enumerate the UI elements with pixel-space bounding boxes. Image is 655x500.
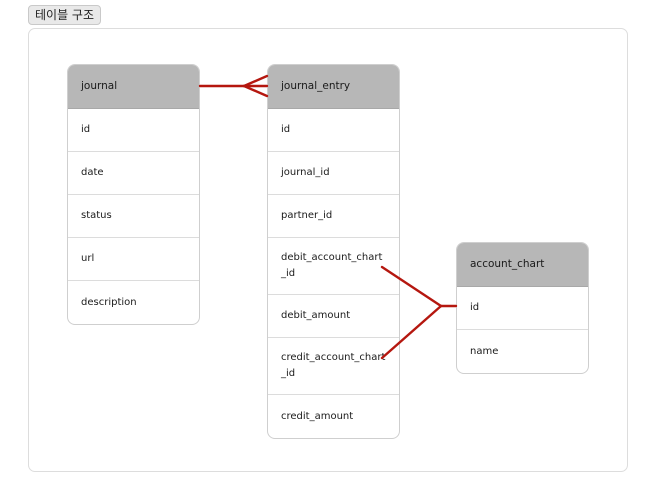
table-journal-field-date: date [68,152,199,195]
table-account-chart: account_chart id name [456,242,589,374]
table-journal-entry-header: journal_entry [268,65,399,109]
table-account-chart-field-name: name [470,345,499,357]
table-journal-entry-field-debit-amount: debit_amount [268,295,399,338]
table-journal-field-status: status [68,195,199,238]
table-account-chart-field-id: id [457,287,588,330]
table-journal-field-description: description [81,296,137,308]
table-journal-entry-field-id: id [268,109,399,152]
page-tag: 테이블 구조 [28,5,102,25]
table-journal-entry-field-partner-id: partner_id [268,195,399,238]
table-journal-entry-field-credit-amount: credit_amount [281,410,354,422]
table-journal-entry-field-journal-id: journal_id [268,152,399,195]
table-journal: journal id date status url description [67,64,200,325]
table-journal-field-url: url [68,238,199,281]
table-journal-header: journal [68,65,199,109]
table-account-chart-header: account_chart [457,243,588,287]
table-journal-entry-field-credit-account-chart-id: credit_account_chart_id [268,338,399,395]
table-journal-field-id: id [68,109,199,152]
table-journal-entry: journal_entry id journal_id partner_id d… [267,64,400,439]
table-journal-entry-field-debit-account-chart-id: debit_account_chart_id [268,238,399,295]
